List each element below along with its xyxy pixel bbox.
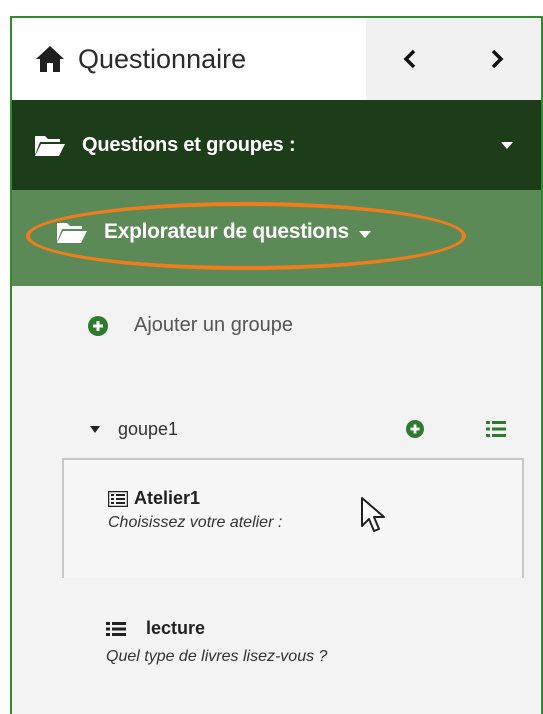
chevron-right-icon[interactable] [486, 48, 508, 70]
plus-circle-icon [88, 315, 108, 336]
question-list-icon [106, 621, 126, 636]
header-bar: Questionnaire [12, 18, 541, 100]
question-list-icon [108, 490, 128, 507]
section-label: Questions et groupes : [82, 133, 296, 156]
explorer-section: Explorateur de questions [12, 190, 541, 286]
add-group-button[interactable]: Ajouter un groupe [88, 314, 293, 337]
home-icon [36, 46, 64, 72]
add-group-label: Ajouter un groupe [134, 314, 294, 336]
reorder-list-icon[interactable] [486, 420, 506, 438]
question-explorer-panel: Questionnaire Questions et groupes : Exp… [10, 16, 543, 714]
question-item-selected[interactable]: Atelier1 Choisissez votre atelier : [62, 458, 524, 578]
explorer-label: Explorateur de questions [104, 220, 349, 243]
add-question-icon[interactable] [406, 420, 424, 438]
page-title: Questionnaire [78, 43, 247, 74]
question-item[interactable]: lecture Quel type de livres lisez-vous ? [106, 618, 506, 678]
caret-down-icon [501, 142, 513, 149]
question-text: Quel type de livres lisez-vous ? [106, 648, 328, 665]
chevron-left-icon[interactable] [399, 48, 421, 70]
questions-groups-dropdown[interactable]: Questions et groupes : [12, 100, 541, 190]
question-header: lecture [106, 618, 205, 639]
caret-down-icon[interactable] [90, 425, 100, 433]
group-name: goupe1 [118, 418, 179, 439]
folder-open-icon [35, 136, 65, 156]
question-code: Atelier1 [134, 488, 201, 508]
question-code: lecture [146, 618, 206, 638]
mouse-pointer-icon [361, 497, 385, 532]
header-title-cell[interactable]: Questionnaire [12, 18, 366, 100]
group-row[interactable]: goupe1 [90, 414, 530, 444]
explorer-dropdown[interactable]: Explorateur de questions [56, 220, 371, 244]
folder-open-icon [57, 223, 87, 243]
question-text: Choisissez votre atelier : [108, 514, 283, 531]
header-nav [366, 18, 541, 100]
question-header: Atelier1 [108, 488, 200, 509]
caret-down-icon [358, 230, 371, 238]
